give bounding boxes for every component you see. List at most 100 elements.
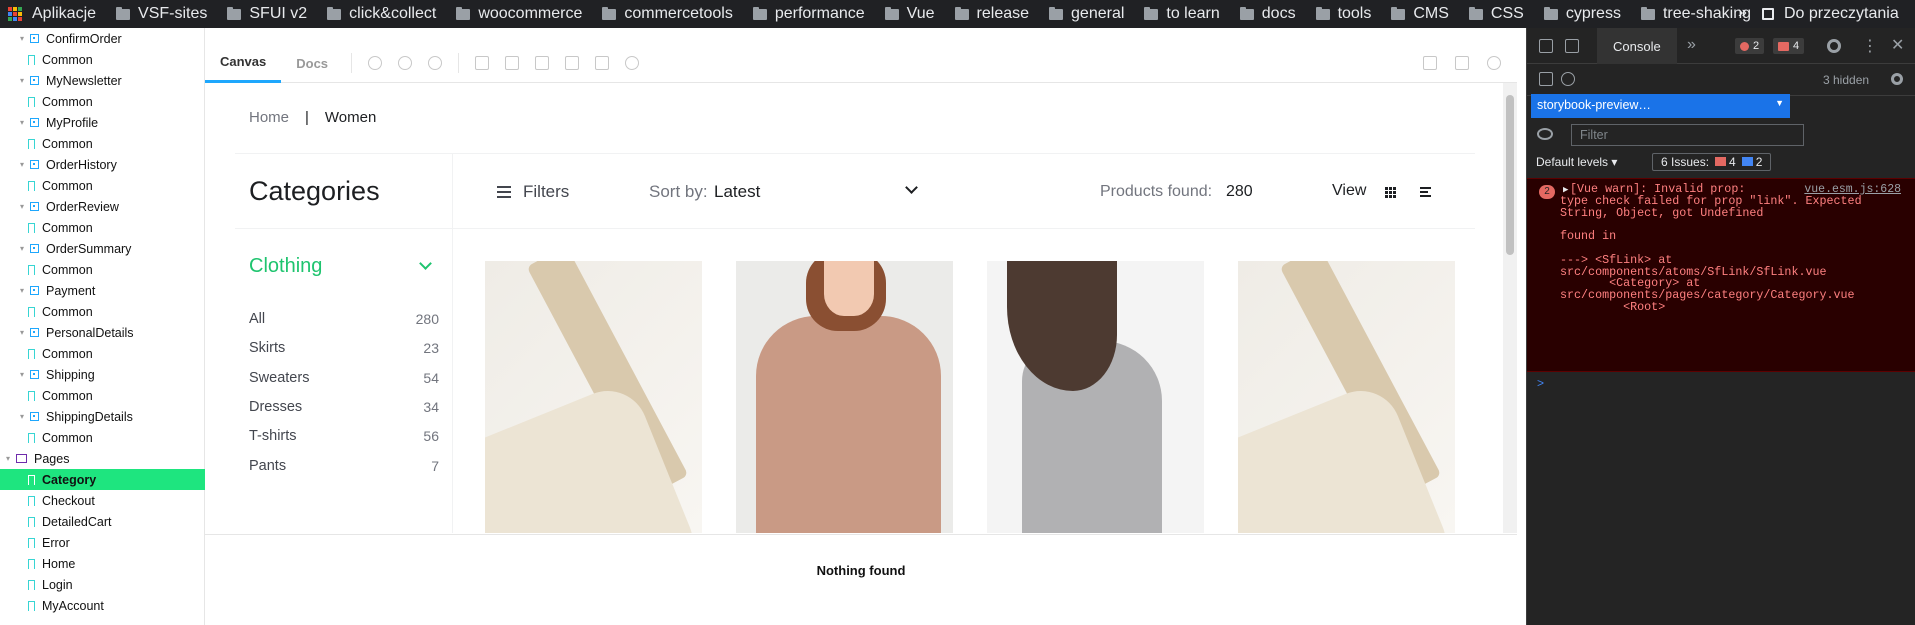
sidebar-item-category[interactable]: Category xyxy=(0,469,205,490)
sidebar-item-common[interactable]: Common xyxy=(0,217,205,238)
active-category[interactable]: Clothing xyxy=(249,255,322,278)
product-image-bag[interactable] xyxy=(1238,261,1455,533)
error-count-badge[interactable]: 2 xyxy=(1735,38,1765,54)
close-icon[interactable]: ✕ xyxy=(1891,35,1904,55)
sidebar-item-mynewsletter[interactable]: ▾ MyNewsletter xyxy=(0,70,205,91)
sidebar-item-myaccount[interactable]: MyAccount xyxy=(0,595,205,616)
chevron-down-icon[interactable]: ▾ xyxy=(18,160,26,169)
sidebar-item-personaldetails[interactable]: ▾ PersonalDetails xyxy=(0,322,205,343)
product-image-dress[interactable] xyxy=(987,261,1204,533)
bookmark-folder[interactable]: to learn xyxy=(1134,5,1229,23)
fullscreen-icon[interactable] xyxy=(1423,56,1437,70)
sidebar-item-confirmorder[interactable]: ▾ ConfirmOrder xyxy=(0,28,205,49)
sidebar-toggle-icon[interactable] xyxy=(1539,72,1553,86)
sidebar-item-pages[interactable]: ▾ Pages xyxy=(0,448,205,469)
sidebar-item-orderreview[interactable]: ▾ OrderReview xyxy=(0,196,205,217)
console-settings-icon[interactable] xyxy=(1891,73,1903,85)
sidebar-item-shipping[interactable]: ▾ Shipping xyxy=(0,364,205,385)
sidebar-item-ordersummary[interactable]: ▾ OrderSummary xyxy=(0,238,205,259)
bookmark-folder[interactable]: commercetools xyxy=(592,5,742,23)
chevron-down-icon[interactable]: ▾ xyxy=(18,76,26,85)
category-item[interactable]: All 280 xyxy=(249,311,439,327)
console-filter-input[interactable]: Filter xyxy=(1571,124,1804,146)
sidebar-item-common[interactable]: Common xyxy=(0,49,205,70)
copy-link-icon[interactable] xyxy=(1487,56,1501,70)
sidebar-item-common[interactable]: Common xyxy=(0,301,205,322)
product-image-bag[interactable] xyxy=(485,261,702,533)
chevron-down-icon[interactable]: ▾ xyxy=(18,244,26,253)
sidebar-item-common[interactable]: Common xyxy=(0,259,205,280)
zoom-in-icon[interactable] xyxy=(368,56,383,70)
sidebar-item-detailedcart[interactable]: DetailedCart xyxy=(0,511,205,532)
sidebar-item-common[interactable]: Common xyxy=(0,175,205,196)
accessibility-icon[interactable] xyxy=(625,56,640,70)
product-image-sweater[interactable] xyxy=(736,261,953,533)
zoom-out-icon[interactable] xyxy=(398,56,413,70)
category-item[interactable]: Skirts 23 xyxy=(249,340,439,356)
sidebar-item-payment[interactable]: ▾ Payment xyxy=(0,280,205,301)
console-prompt[interactable]: > xyxy=(1537,376,1544,390)
more-tabs-button[interactable]: » xyxy=(1687,36,1696,54)
sidebar-item-common[interactable]: Common xyxy=(0,343,205,364)
context-select[interactable]: storybook-preview… ▼ xyxy=(1531,94,1790,118)
bookmark-folder[interactable]: cypress xyxy=(1534,5,1631,23)
sidebar-item-login[interactable]: Login xyxy=(0,574,205,595)
sidebar-item-shippingdetails[interactable]: ▾ ShippingDetails xyxy=(0,406,205,427)
sidebar-item-common[interactable]: Common xyxy=(0,427,205,448)
chevron-down-icon[interactable]: ▾ xyxy=(18,370,26,379)
tab-docs[interactable]: Docs xyxy=(281,44,343,83)
background-icon[interactable] xyxy=(475,56,490,70)
category-item[interactable]: Pants 7 xyxy=(249,458,439,474)
bookmark-folder[interactable]: click&collect xyxy=(317,5,446,23)
chevron-down-icon[interactable]: ▾ xyxy=(18,202,26,211)
kebab-menu-icon[interactable]: ⋮ xyxy=(1862,36,1878,56)
bookmark-folder[interactable]: CMS xyxy=(1381,5,1459,23)
bookmark-folder[interactable]: general xyxy=(1039,5,1134,23)
scrollbar-thumb[interactable] xyxy=(1506,95,1514,255)
chevron-down-icon[interactable]: ▾ xyxy=(18,34,26,43)
filters-button[interactable]: Filters xyxy=(497,182,569,202)
sidebar-item-common[interactable]: Common xyxy=(0,91,205,112)
sidebar-item-common[interactable]: Common xyxy=(0,385,205,406)
settings-gear-icon[interactable] xyxy=(1827,39,1841,53)
bookmark-folder[interactable]: CSS xyxy=(1459,5,1534,23)
device-toolbar-icon[interactable] xyxy=(1565,38,1579,53)
bookmark-folder[interactable]: Vue xyxy=(875,5,945,23)
sidebar-item-checkout[interactable]: Checkout xyxy=(0,490,205,511)
zoom-reset-icon[interactable] xyxy=(428,56,443,70)
outline-icon[interactable] xyxy=(595,56,610,70)
open-new-tab-icon[interactable] xyxy=(1455,56,1469,70)
apps-shortcut[interactable]: Aplikacje xyxy=(0,5,106,23)
log-levels-select[interactable]: Default levels ▾ xyxy=(1536,155,1617,169)
chevron-down-icon[interactable] xyxy=(419,257,432,270)
bookmark-folder[interactable]: woocommerce xyxy=(446,5,592,23)
sidebar-item-error[interactable]: Error xyxy=(0,532,205,553)
bookmark-folder[interactable]: SFUI v2 xyxy=(217,5,317,23)
bookmarks-overflow-button[interactable]: » xyxy=(1738,4,1747,22)
reading-list-button[interactable]: Do przeczytania xyxy=(1762,0,1899,28)
category-item[interactable]: T-shirts 56 xyxy=(249,428,439,444)
grid-icon[interactable] xyxy=(505,56,520,70)
chevron-down-icon[interactable]: ▾ xyxy=(18,286,26,295)
category-item[interactable]: Sweaters 54 xyxy=(249,370,439,386)
canvas-scrollbar[interactable] xyxy=(1503,83,1517,533)
bookmark-folder[interactable]: VSF-sites xyxy=(106,5,217,23)
breadcrumb-home-link[interactable]: Home xyxy=(249,109,289,126)
category-item[interactable]: Dresses 34 xyxy=(249,399,439,415)
tab-console[interactable]: Console xyxy=(1597,28,1677,64)
sidebar-item-common[interactable]: Common xyxy=(0,133,205,154)
chevron-down-icon[interactable] xyxy=(905,181,918,194)
chevron-down-icon[interactable]: ▾ xyxy=(4,454,12,463)
chevron-down-icon[interactable]: ▾ xyxy=(18,412,26,421)
inspect-element-icon[interactable] xyxy=(1539,38,1553,53)
chevron-down-icon[interactable]: ▾ xyxy=(18,328,26,337)
chevron-down-icon[interactable]: ▾ xyxy=(18,118,26,127)
sort-select[interactable]: Latest xyxy=(714,182,760,202)
sidebar-item-home[interactable]: Home xyxy=(0,553,205,574)
bookmark-folder[interactable]: release xyxy=(945,5,1039,23)
eye-icon[interactable] xyxy=(1537,128,1553,140)
list-view-icon[interactable] xyxy=(1420,187,1431,197)
viewport-icon[interactable] xyxy=(535,56,550,70)
issue-count-badge[interactable]: 4 xyxy=(1773,38,1805,54)
sidebar-item-myprofile[interactable]: ▾ MyProfile xyxy=(0,112,205,133)
